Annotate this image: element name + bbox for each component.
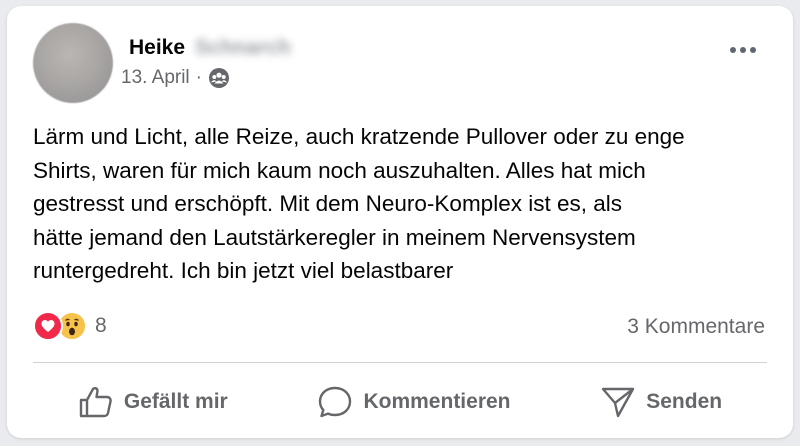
comment-icon	[317, 385, 353, 419]
post-meta: 13. April ·	[121, 67, 230, 89]
more-options-button[interactable]	[725, 40, 761, 60]
more-icon-dot	[730, 47, 736, 53]
comment-button[interactable]: Kommentieren	[305, 379, 522, 425]
love-icon	[33, 311, 63, 341]
author-surname-blurred[interactable]: Schnarch	[195, 36, 291, 60]
post-card: Heike Schnarch 13. April · Lärm und Lich…	[7, 6, 793, 438]
send-button[interactable]: Senden	[588, 379, 734, 425]
meta-separator: ·	[195, 67, 202, 88]
reaction-count: 8	[95, 314, 107, 337]
group-icon	[208, 67, 230, 89]
thumbs-up-icon	[78, 385, 114, 419]
avatar[interactable]	[33, 23, 113, 103]
reactions-summary[interactable]: 8	[33, 311, 107, 341]
author-name[interactable]: Heike	[129, 36, 185, 60]
send-icon	[600, 385, 636, 419]
action-bar: Gefällt mir Kommentieren Senden	[33, 374, 767, 430]
more-icon-dot	[750, 47, 756, 53]
comment-label: Kommentieren	[363, 390, 511, 413]
author-name-row: Heike Schnarch	[129, 36, 291, 60]
post-date[interactable]: 13. April	[121, 67, 190, 89]
post-text: Lärm und Licht, alle Reize, auch kratzen…	[33, 124, 685, 283]
send-label: Senden	[646, 390, 723, 413]
comments-count-link[interactable]: 3 Kommentare	[627, 315, 765, 339]
divider	[33, 362, 767, 363]
like-label: Gefällt mir	[123, 390, 228, 413]
more-icon-dot	[740, 47, 746, 53]
like-button[interactable]: Gefällt mir	[66, 379, 240, 425]
